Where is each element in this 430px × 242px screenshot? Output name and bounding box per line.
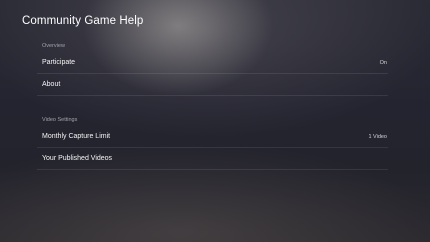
page-title: Community Game Help — [22, 15, 144, 27]
menu-item-monthly-capture-limit-label: Monthly Capture Limit — [42, 133, 111, 140]
menu-item-your-published-videos-label: Your Published Videos — [42, 155, 113, 162]
menu-item-participate[interactable]: Participate On — [37, 52, 388, 74]
participate-status-value: On — [379, 59, 387, 66]
section-header-video-settings: Video Settings — [42, 117, 78, 123]
section-header-overview: Overview — [42, 43, 65, 49]
settings-menu: Overview Participate On About Video Sett… — [37, 40, 388, 170]
menu-item-about-label: About — [42, 81, 61, 88]
menu-item-participate-label: Participate — [42, 59, 76, 66]
settings-page: Community Game Help Overview Participate… — [0, 0, 430, 242]
monthly-capture-limit-value: 1 Video — [368, 133, 387, 140]
menu-item-about[interactable]: About — [37, 74, 388, 96]
menu-item-your-published-videos[interactable]: Your Published Videos — [37, 148, 388, 170]
menu-item-monthly-capture-limit[interactable]: Monthly Capture Limit 1 Video — [37, 126, 388, 148]
